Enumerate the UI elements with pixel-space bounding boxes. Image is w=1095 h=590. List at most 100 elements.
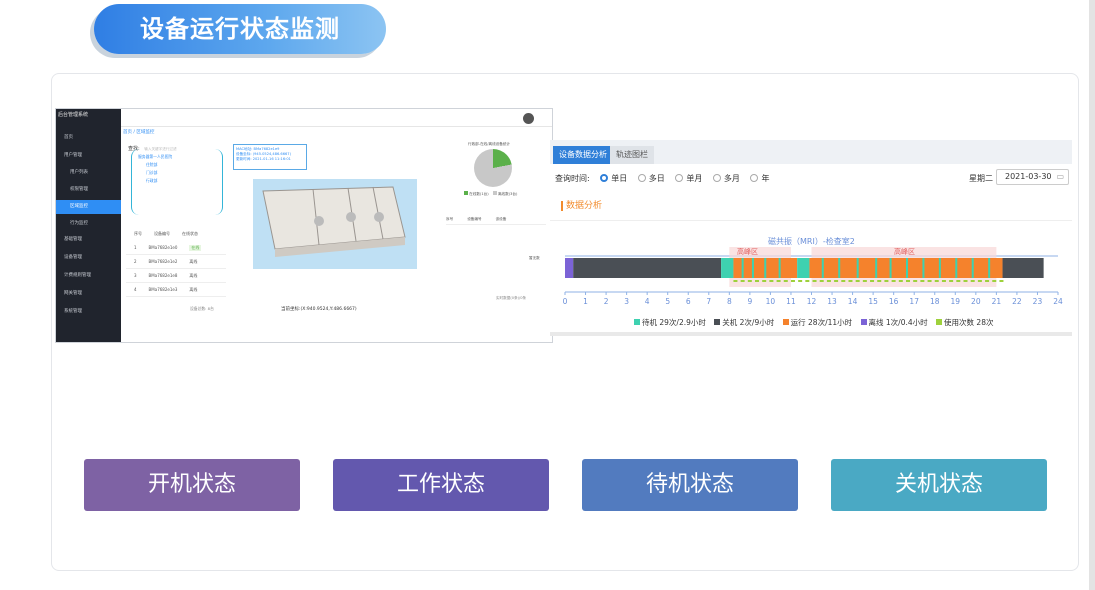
standby-status-button[interactable]: 待机状态 [582, 459, 798, 511]
x-tick-label: 1 [583, 297, 588, 306]
usage-mark [891, 280, 896, 282]
mini-pie-chart [474, 149, 512, 187]
radio-multi-month[interactable] [712, 174, 721, 182]
power-on-status-button[interactable]: 开机状态 [84, 459, 300, 511]
x-tick-label: 21 [992, 297, 1002, 306]
usage-mark [992, 280, 997, 282]
mini-right-table-header: 序号 设备编号 该设备 [446, 217, 546, 225]
tab-bar: 设备数据分析 轨迹图栏 [550, 140, 1072, 164]
mini-tree-item: 门诊部 [146, 170, 158, 175]
x-tick-label: 18 [930, 297, 940, 306]
x-tick-label: 11 [786, 297, 796, 306]
standby-stripe [971, 258, 974, 278]
usage-mark [834, 280, 839, 282]
mini-device-count: 设备总数: 8台 [190, 306, 214, 311]
usage-mark [941, 280, 946, 282]
mini-sidebar-item: 用户列表 [70, 170, 88, 175]
usage-mark [963, 280, 968, 282]
status-segment [565, 258, 574, 278]
tab-trajectory[interactable]: 轨迹图栏 [610, 146, 654, 164]
radio-year[interactable] [750, 174, 759, 182]
mini-sidebar: 后台管理系统 首页 用户管理 用户列表 权限管理 区域监控 行为监控 基础管理 … [56, 109, 121, 342]
mini-sidebar-item: 基础管理 [64, 237, 82, 242]
usage-mark [920, 280, 925, 282]
radio-single-month[interactable] [675, 174, 684, 182]
device-analysis-screenshot: 设备数据分析 轨迹图栏 查询时间: 单日 多日 单月 多月 年 星期二 2021… [550, 140, 1072, 336]
usage-mark [927, 280, 932, 282]
area-monitor-screenshot: 后台管理系统 首页 用户管理 用户列表 权限管理 区域监控 行为监控 基础管理 … [55, 108, 553, 343]
x-tick-label: 3 [624, 297, 629, 306]
usage-mark [762, 280, 767, 282]
x-tick-label: 23 [1033, 297, 1043, 306]
mini-device-table: 序号 设备编号 在线状态 1 BMa7682e1e0 在线 2 BMa7682e… [126, 227, 226, 332]
page-root: 设备运行状态监测 后台管理系统 首页 用户管理 用户列表 权限管理 区域监控 行… [0, 0, 1095, 590]
radio-single-day[interactable] [600, 174, 609, 182]
usage-mark [949, 280, 954, 282]
x-tick-label: 22 [1012, 297, 1022, 306]
usage-mark [755, 280, 760, 282]
x-tick-label: 9 [747, 297, 752, 306]
standby-stripe [905, 258, 908, 278]
standby-stripe [938, 258, 941, 278]
legend-swatch [936, 319, 943, 325]
standby-stripe [838, 258, 841, 278]
status-segment [1002, 258, 1044, 278]
avatar [523, 113, 534, 124]
usage-mark [769, 280, 774, 282]
x-tick-label: 12 [807, 297, 817, 306]
usage-mark [870, 280, 875, 282]
usage-mark [848, 280, 853, 282]
radio-multi-day[interactable] [637, 174, 646, 182]
x-tick-label: 19 [951, 297, 961, 306]
usage-mark [905, 280, 910, 282]
mini-device-tooltip: MAC地址: BMa7682e1e9 设备坐标: (945.0524,486.6… [233, 144, 307, 170]
working-status-button[interactable]: 工作状态 [333, 459, 549, 511]
section-divider [550, 220, 1072, 221]
x-tick-label: 15 [868, 297, 878, 306]
usage-mark [733, 280, 738, 282]
standby-stripe [741, 258, 744, 278]
mini-sidebar-item: 用户管理 [64, 153, 82, 158]
date-value: 2021-03-30 [1005, 172, 1052, 181]
status-segment [721, 258, 734, 278]
x-tick-label: 0 [563, 297, 568, 306]
x-tick-label: 5 [665, 297, 670, 306]
x-tick-label: 17 [909, 297, 919, 306]
mini-tree-item: 行政部 [146, 178, 158, 183]
x-tick-label: 10 [766, 297, 776, 306]
chart-legend: 待机 29次/2.9小时 关机 2次/9小时 运行 28次/11小时 离线 1次… [628, 317, 993, 328]
x-tick-label: 16 [889, 297, 899, 306]
legend-swatch [860, 319, 867, 325]
power-off-status-button[interactable]: 关机状态 [831, 459, 1047, 511]
mini-breadcrumb: 首页 / 区域监控 [123, 130, 155, 135]
legend-swatch [634, 319, 640, 325]
status-timeline-chart: 0 1 2 3 4 5 6 7 8 9 10 11 12 13 14 15 16 17 18 19 20 21 22 23 24… [563, 236, 1063, 306]
usage-mark [884, 280, 889, 282]
mini-floor-plan [253, 179, 417, 269]
usage-mark [747, 280, 752, 282]
tab-device-analysis[interactable]: 设备数据分析 [553, 146, 613, 164]
standby-stripe [764, 258, 767, 278]
usage-mark [841, 280, 846, 282]
usage-mark [798, 280, 803, 282]
mini-pie-legend: 在线数(1台) 离线数(3台) [464, 191, 517, 197]
x-tick-label: 7 [706, 297, 711, 306]
standby-stripe [889, 258, 892, 278]
x-tick-label: 14 [848, 297, 858, 306]
usage-mark [934, 280, 939, 282]
weekday-label: 星期二 [969, 174, 993, 183]
device-label: 磁共振（MRI）-检查室2 [768, 236, 855, 246]
usage-mark [877, 280, 882, 282]
mini-sidebar-item: 设备管理 [64, 255, 82, 260]
mini-tree-root: 服务器第一人民医院 [138, 154, 173, 159]
right-scrollbar[interactable] [1089, 0, 1095, 590]
date-picker[interactable]: 2021-03-30 ▭ [996, 169, 1069, 185]
bottom-scrollbar[interactable] [550, 332, 1072, 336]
mini-sidebar-item-active: 区域监控 [56, 200, 121, 214]
usage-mark [855, 280, 860, 282]
table-row: 4 BMa7682e1e3 离线 [126, 283, 226, 297]
usage-mark [805, 280, 810, 282]
standby-stripe [922, 258, 925, 278]
usage-mark [826, 280, 831, 282]
standby-stripe [875, 258, 878, 278]
